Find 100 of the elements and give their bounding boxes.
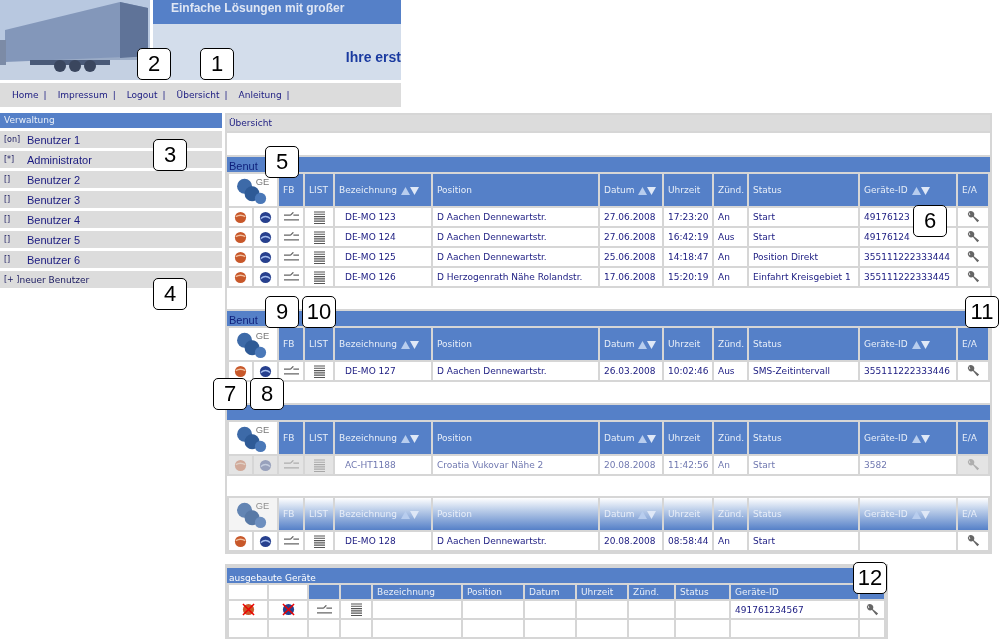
wrench-icon[interactable] bbox=[966, 230, 980, 244]
table-cell: D Aachen Dennewartstr. bbox=[437, 232, 547, 242]
table-cell: DE-MO 128 bbox=[345, 536, 396, 546]
sort-icon[interactable] bbox=[911, 340, 930, 349]
lines-icon[interactable] bbox=[283, 212, 299, 222]
list-icon[interactable] bbox=[313, 534, 325, 548]
table-cell: 14:18:47 bbox=[668, 252, 709, 262]
nav-separator: | bbox=[224, 90, 228, 100]
nav-separator: | bbox=[43, 90, 47, 100]
nav-link[interactable]: Anleitung bbox=[238, 90, 282, 100]
column-header: Position bbox=[433, 174, 598, 206]
user-link[interactable]: Administrator bbox=[27, 153, 92, 166]
user-link[interactable]: Benutzer 1 bbox=[27, 133, 81, 146]
table-cell: D Aachen Dennewartstr. bbox=[437, 536, 547, 546]
sort-icon[interactable] bbox=[400, 434, 419, 443]
user-link[interactable]: Benutzer 2 bbox=[27, 173, 81, 186]
lines-icon[interactable] bbox=[283, 252, 299, 262]
column-header: LIST bbox=[305, 174, 333, 206]
table-cell: D Herzogenrath Nähe Rolandstr. bbox=[437, 272, 583, 282]
globe-icon[interactable] bbox=[259, 250, 272, 264]
lines-icon[interactable] bbox=[283, 366, 299, 376]
callout-number: 6 bbox=[913, 205, 947, 237]
column-header: Position bbox=[433, 498, 598, 530]
lines-icon[interactable] bbox=[283, 536, 299, 546]
list-icon[interactable] bbox=[313, 210, 325, 224]
globe-icon[interactable] bbox=[259, 270, 272, 284]
wrench-icon[interactable] bbox=[865, 602, 879, 617]
list-icon[interactable] bbox=[350, 603, 362, 616]
column-header: Geräte-ID bbox=[860, 498, 956, 530]
sort-icon[interactable] bbox=[638, 186, 657, 195]
sort-icon[interactable] bbox=[400, 340, 419, 349]
column-header: Datum bbox=[525, 585, 575, 599]
sort-icon[interactable] bbox=[400, 186, 419, 195]
wrench-icon[interactable] bbox=[966, 250, 980, 264]
sort-icon[interactable] bbox=[638, 340, 657, 349]
user-link[interactable]: Benutzer 6 bbox=[27, 253, 81, 266]
column-header: Geräte-ID bbox=[860, 422, 956, 454]
table-cell: 355111222333446 bbox=[864, 366, 950, 376]
list-icon[interactable] bbox=[313, 270, 325, 284]
nav-link[interactable]: Logout bbox=[126, 90, 158, 100]
user-link[interactable]: Benutzer 4 bbox=[27, 213, 81, 226]
column-header: Datum bbox=[600, 174, 662, 206]
globe-icon[interactable] bbox=[259, 534, 272, 548]
table-cell: Aus bbox=[718, 366, 735, 376]
table-cell: An bbox=[718, 536, 730, 546]
column-header: E/A bbox=[958, 422, 988, 454]
new-user-link[interactable]: neuer Benutzer bbox=[19, 274, 90, 285]
ball-icon[interactable] bbox=[234, 270, 247, 284]
user-marker: [] bbox=[4, 255, 12, 264]
column-header: Geräte-ID bbox=[860, 328, 956, 360]
table-cell: 20.08.2008 bbox=[604, 536, 656, 546]
user-marker: [] bbox=[4, 195, 12, 204]
lines-icon[interactable] bbox=[283, 272, 299, 282]
crossed-ball-icon[interactable] bbox=[241, 603, 255, 616]
table-cell: 11:42:56 bbox=[668, 460, 709, 470]
wrench-icon[interactable] bbox=[966, 364, 980, 378]
nav-link[interactable]: Impressum bbox=[57, 90, 108, 100]
crossed-globe-icon[interactable] bbox=[281, 603, 295, 616]
table-cell: DE-MO 124 bbox=[345, 232, 396, 242]
table-cell: 3582 bbox=[864, 460, 887, 470]
list-icon[interactable] bbox=[313, 250, 325, 264]
ball-icon[interactable] bbox=[234, 210, 247, 224]
lines-icon[interactable] bbox=[316, 604, 332, 615]
user-marker: [*] bbox=[4, 155, 16, 164]
wrench-icon[interactable] bbox=[966, 534, 980, 548]
nav-separator: | bbox=[162, 90, 166, 100]
column-header: E/A bbox=[958, 498, 988, 530]
list-icon[interactable] bbox=[313, 230, 325, 244]
callout-number: 5 bbox=[265, 146, 299, 178]
table-cell: 08:58:44 bbox=[668, 536, 709, 546]
table-cell: 15:20:19 bbox=[668, 272, 709, 282]
ball-icon[interactable] bbox=[234, 534, 247, 548]
column-header: Zünd. bbox=[714, 498, 747, 530]
lines-icon[interactable] bbox=[283, 232, 299, 242]
sort-icon[interactable] bbox=[911, 434, 930, 443]
column-header: Geräte-ID bbox=[860, 174, 956, 206]
nav-link[interactable]: Übersicht bbox=[176, 90, 220, 100]
table-cell: 10:02:46 bbox=[668, 366, 709, 376]
list-icon[interactable] bbox=[313, 364, 325, 378]
user-link[interactable]: Benutzer 3 bbox=[27, 193, 81, 206]
callout-number: 8 bbox=[250, 378, 284, 410]
ball-icon[interactable] bbox=[234, 250, 247, 264]
wrench-icon[interactable] bbox=[966, 270, 980, 284]
wrench-icon[interactable] bbox=[966, 210, 980, 224]
nav-link[interactable]: Home bbox=[12, 90, 39, 100]
column-header: Bezeichnung bbox=[373, 585, 461, 599]
table-cell: 20.08.2008 bbox=[604, 460, 656, 470]
column-header: Position bbox=[433, 328, 598, 360]
table-cell: An bbox=[718, 272, 730, 282]
globe-icon[interactable] bbox=[259, 364, 272, 378]
ball-icon[interactable] bbox=[234, 364, 247, 378]
ball-icon[interactable] bbox=[234, 230, 247, 244]
column-header: Zünd. bbox=[714, 422, 747, 454]
sort-icon[interactable] bbox=[638, 434, 657, 443]
globe-icon[interactable] bbox=[259, 230, 272, 244]
user-link[interactable]: Benutzer 5 bbox=[27, 233, 81, 246]
sort-icon[interactable] bbox=[911, 186, 930, 195]
globe-icon[interactable] bbox=[259, 210, 272, 224]
user-marker: [] bbox=[4, 215, 12, 224]
group-title: Benut bbox=[228, 314, 258, 326]
